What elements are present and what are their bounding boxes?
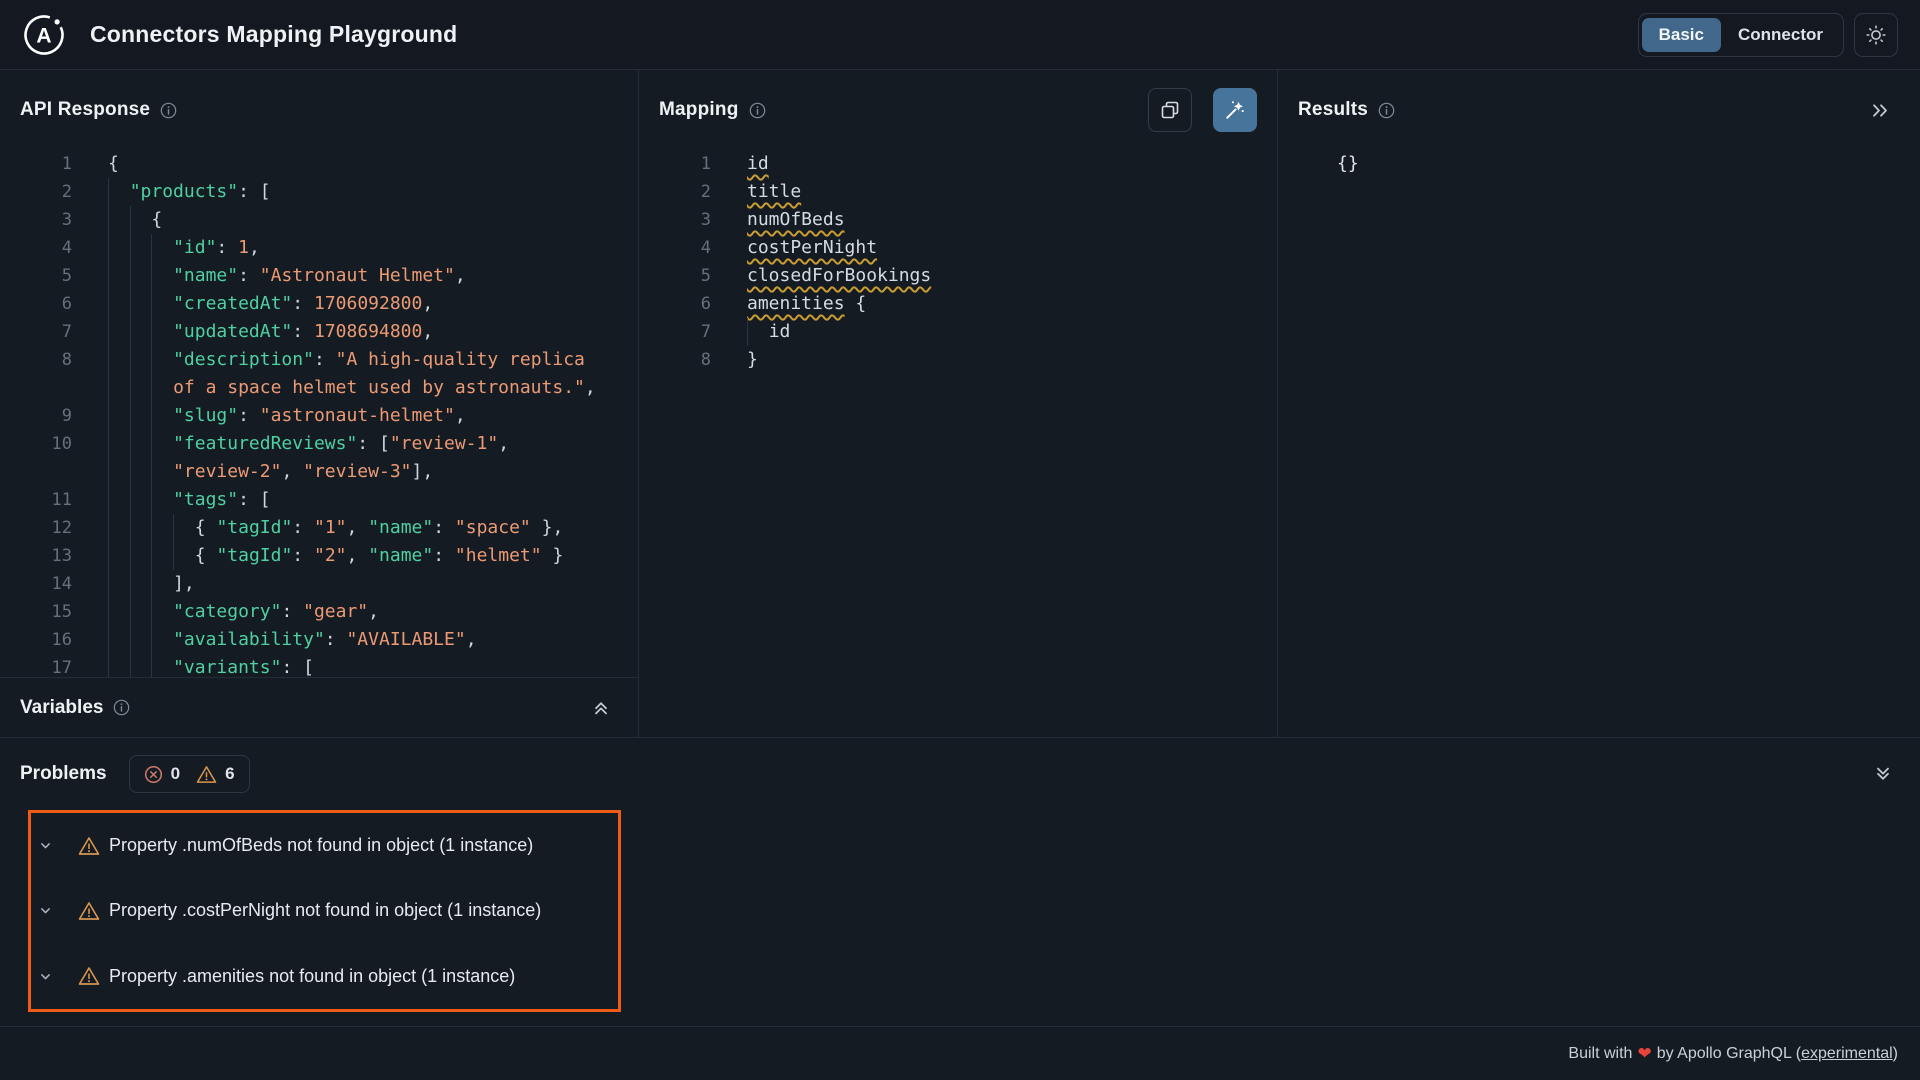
results-panel: Results {} <box>1278 70 1920 737</box>
sun-icon <box>1865 24 1887 46</box>
generate-mapping-button[interactable] <box>1213 88 1257 132</box>
code-line: 15"category": "gear", <box>0 598 638 626</box>
api-response-editor-pane: API Response 1{2"products": [3{4"id": 1,… <box>0 70 638 677</box>
chevron-down-icon[interactable] <box>39 839 52 852</box>
api-response-header: API Response <box>0 70 638 150</box>
warning-icon <box>78 901 100 921</box>
problem-item[interactable]: Property .amenities not found in object … <box>31 944 618 1009</box>
code-line: 5closedForBookings <box>639 262 1277 290</box>
main-area: API Response 1{2"products": [3{4"id": 1,… <box>0 70 1920 737</box>
experimental-link[interactable]: experimental <box>1801 1045 1893 1062</box>
mapping-header: Mapping <box>639 70 1277 150</box>
problems-header: Problems 0 6 <box>0 738 1920 810</box>
problem-item[interactable]: Property .costPerNight not found in obje… <box>31 878 618 943</box>
code-line: 4costPerNight <box>639 234 1277 262</box>
theme-toggle-button[interactable] <box>1854 13 1898 57</box>
app-header: A Connectors Mapping Playground Basic Co… <box>0 0 1920 70</box>
info-icon <box>113 699 130 716</box>
code-line: 13{ "tagId": "2", "name": "helmet" } <box>0 542 638 570</box>
code-line: 11"tags": [ <box>0 486 638 514</box>
problem-item[interactable]: Property .numOfBeds not found in object … <box>31 813 618 878</box>
warning-count: 6 <box>225 764 234 784</box>
results-output: {} <box>1278 150 1920 178</box>
code-line: "review-2", "review-3"], <box>0 458 638 486</box>
code-line: 10"featuredReviews": ["review-1", <box>0 430 638 458</box>
chevrons-right-icon[interactable] <box>1870 102 1890 119</box>
code-line: 8} <box>639 346 1277 374</box>
results-header: Results <box>1278 70 1920 150</box>
code-line: 8"description": "A high-quality replica <box>0 346 638 374</box>
code-line: 3numOfBeds <box>639 206 1277 234</box>
code-line: of a space helmet used by astronauts.", <box>0 374 638 402</box>
warning-icon <box>78 836 100 856</box>
mode-toggle: Basic Connector <box>1638 13 1844 57</box>
warning-count-group: 6 <box>196 764 234 784</box>
api-response-code[interactable]: 1{2"products": [3{4"id": 1,5"name": "Ast… <box>0 150 638 677</box>
code-line: 2title <box>639 178 1277 206</box>
error-count: 0 <box>171 764 180 784</box>
copy-button[interactable] <box>1148 88 1192 132</box>
results-title: Results <box>1298 99 1368 121</box>
chevron-down-icon[interactable] <box>39 970 52 983</box>
page-title: Connectors Mapping Playground <box>90 21 457 48</box>
warning-icon <box>196 765 217 784</box>
code-line: 3{ <box>0 206 638 234</box>
code-line: 12{ "tagId": "1", "name": "space" }, <box>0 514 638 542</box>
api-response-title: API Response <box>20 99 150 121</box>
problems-title: Problems <box>20 763 107 785</box>
error-count-group: 0 <box>144 764 180 784</box>
code-line: 7id <box>639 318 1277 346</box>
connector-tab[interactable]: Connector <box>1721 18 1840 52</box>
code-line: 1id <box>639 150 1277 178</box>
app-root: A Connectors Mapping Playground Basic Co… <box>0 0 1920 1080</box>
code-line: 4"id": 1, <box>0 234 638 262</box>
code-line: 5"name": "Astronaut Helmet", <box>0 262 638 290</box>
footer-text-prefix: Built with <box>1568 1045 1632 1063</box>
chevrons-down-icon[interactable] <box>1874 765 1892 783</box>
footer-text-suffix: ) <box>1893 1045 1898 1062</box>
info-icon <box>749 102 766 119</box>
code-line: 6amenities { <box>639 290 1277 318</box>
basic-tab[interactable]: Basic <box>1642 18 1721 52</box>
warning-icon <box>78 966 100 986</box>
variables-title: Variables <box>20 697 103 719</box>
problem-text: Property .costPerNight not found in obje… <box>109 900 541 921</box>
error-icon <box>144 765 163 784</box>
heart-icon: ❤ <box>1637 1044 1651 1064</box>
info-icon <box>1378 102 1395 119</box>
svg-text:A: A <box>36 24 51 47</box>
magic-wand-icon <box>1224 99 1246 121</box>
copy-icon <box>1160 100 1180 120</box>
code-line: 1{ <box>0 150 638 178</box>
problem-text: Property .numOfBeds not found in object … <box>109 835 533 856</box>
code-line: 9"slug": "astronaut-helmet", <box>0 402 638 430</box>
api-response-panel: API Response 1{2"products": [3{4"id": 1,… <box>0 70 639 737</box>
code-line: 2"products": [ <box>0 178 638 206</box>
results-empty-object: {} <box>1337 153 1359 174</box>
mapping-code[interactable]: 1id2title3numOfBeds4costPerNight5closedF… <box>639 150 1277 374</box>
problems-counts: 0 6 <box>129 755 250 793</box>
info-icon <box>160 102 177 119</box>
problem-text: Property .amenities not found in object … <box>109 966 515 987</box>
code-line: 14], <box>0 570 638 598</box>
app-footer: Built with ❤ by Apollo GraphQL (experime… <box>0 1026 1920 1080</box>
code-line: 16"availability": "AVAILABLE", <box>0 626 638 654</box>
variables-panel: Variables <box>0 677 638 737</box>
code-line: 7"updatedAt": 1708694800, <box>0 318 638 346</box>
mapping-title: Mapping <box>659 99 739 121</box>
footer-text-group: by Apollo GraphQL (experimental) <box>1657 1045 1898 1063</box>
apollo-logo-icon: A <box>22 13 66 57</box>
problems-highlight-box: Property .numOfBeds not found in object … <box>28 810 621 1012</box>
code-line: 17"variants": [ <box>0 654 638 677</box>
code-line: 6"createdAt": 1706092800, <box>0 290 638 318</box>
chevron-down-icon[interactable] <box>39 904 52 917</box>
footer-text-middle: by Apollo GraphQL ( <box>1657 1045 1801 1062</box>
problems-panel: Problems 0 6 <box>0 737 1920 1026</box>
mapping-panel: Mapping <box>639 70 1278 737</box>
chevrons-up-icon[interactable] <box>592 699 610 717</box>
